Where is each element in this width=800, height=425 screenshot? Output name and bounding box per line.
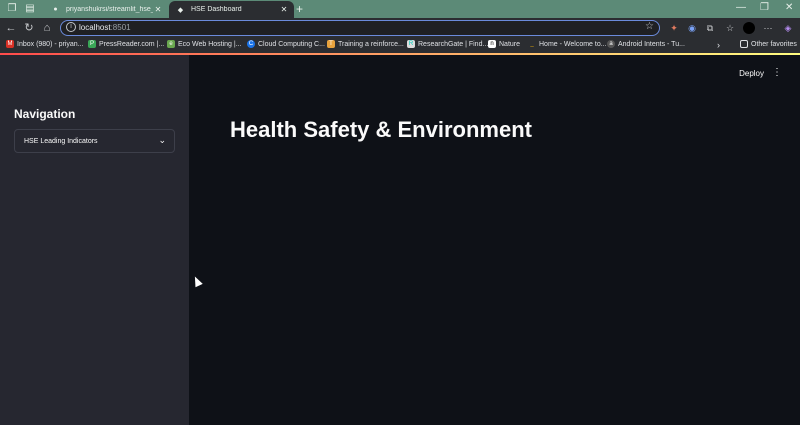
favorites-icon[interactable]: ☆ [724,22,736,34]
address-url: localhost:8501 [79,23,131,32]
close-tab-icon[interactable]: ✕ [153,5,163,14]
restore-icon[interactable]: ❐ [760,2,769,13]
android-icon: a [607,40,615,48]
researchgate-icon: R [407,40,415,48]
bookmarks-bar: M Inbox (980) - priyan... P PressReader.co… [0,38,800,53]
tab-actions-icon[interactable]: ▤ [24,3,36,15]
gmail-icon: M [6,40,14,48]
bookmark-item[interactable]: C Cloud Computing C... [247,40,325,48]
bookmark-item[interactable]: n Nature [488,40,520,48]
page-title: Health Safety & Environment [230,117,532,142]
workspaces-icon[interactable]: ❐ [6,3,18,15]
main-menu-icon[interactable]: ⋮ [772,67,782,78]
bookmark-item[interactable]: P PressReader.com |... [88,40,164,48]
extension-icon[interactable]: ◉ [686,22,698,34]
bookmark-item[interactable]: _ Home - Welcome to... [528,40,606,48]
sidebar-title: Navigation [14,107,76,121]
cloud-icon: C [247,40,255,48]
home-icon: _ [530,41,534,47]
tab-title: HSE Dashboard [191,6,242,13]
browser-tab-hse-dashboard[interactable]: ◆ HSE Dashboard ✕ [169,1,294,18]
nature-icon: n [488,40,496,48]
browser-tab-strip: ❐ ▤ ● priyanshukrsi/streamlit_hse_dashb … [0,0,800,18]
address-bar[interactable]: i localhost:8501 ☆ [60,20,660,36]
bookmark-item[interactable]: a Android Intents - Tu... [607,40,685,48]
extensions-icon[interactable]: ⧉ [704,22,716,34]
github-icon: ● [53,6,58,13]
site-info-icon[interactable]: i [66,22,76,32]
extension-icon[interactable]: ✦ [668,22,680,34]
close-window-icon[interactable]: ✕ [785,2,793,13]
back-icon[interactable]: ← [4,21,18,35]
new-tab-icon[interactable]: + [296,2,303,16]
tab-title: priyanshukrsi/streamlit_hse_dashb [66,6,153,13]
minimize-icon[interactable]: — [736,2,746,13]
deploy-button[interactable]: Deploy [739,69,764,78]
chevron-down-icon: ⌄ [158,135,166,145]
favorite-star-icon[interactable]: ☆ [645,21,654,32]
select-value: HSE Leading Indicators [24,138,98,145]
bookmark-item[interactable]: T Training a reinforce... [327,40,404,48]
eco-icon: e [167,40,175,48]
more-menu-icon[interactable]: ⋯ [762,22,774,34]
other-favorites[interactable]: Other favorites [740,40,797,48]
main-content: Deploy ⋮ Health Safety & Environment [189,55,800,425]
bookmark-item[interactable]: M Inbox (980) - priyan... [6,40,84,48]
streamlit-icon: ◆ [177,6,184,14]
bookmark-item[interactable]: e Eco Web Hosting |... [167,40,242,48]
browser-toolbar: ← ↻ ⌂ i localhost:8501 ☆ ✦ ◉ ⧉ ☆ ⋯ ◈ [0,18,800,38]
training-icon: T [327,40,335,48]
profile-avatar[interactable] [743,22,755,34]
pressreader-icon: P [88,40,96,48]
browser-tab-github[interactable]: ● priyanshukrsi/streamlit_hse_dashb ✕ [44,1,168,18]
close-tab-icon[interactable]: ✕ [279,5,289,14]
chevron-right-icon[interactable]: › [717,40,720,50]
bookmark-item[interactable]: R ResearchGate | Find... [407,40,488,48]
copilot-icon[interactable]: ◈ [782,22,794,34]
reload-icon[interactable]: ↻ [22,21,36,35]
sidebar: Navigation HSE Leading Indicators ⌄ [0,55,189,425]
folder-icon [740,40,748,48]
navigation-select[interactable]: HSE Leading Indicators ⌄ [14,129,175,153]
home-icon[interactable]: ⌂ [40,21,54,35]
